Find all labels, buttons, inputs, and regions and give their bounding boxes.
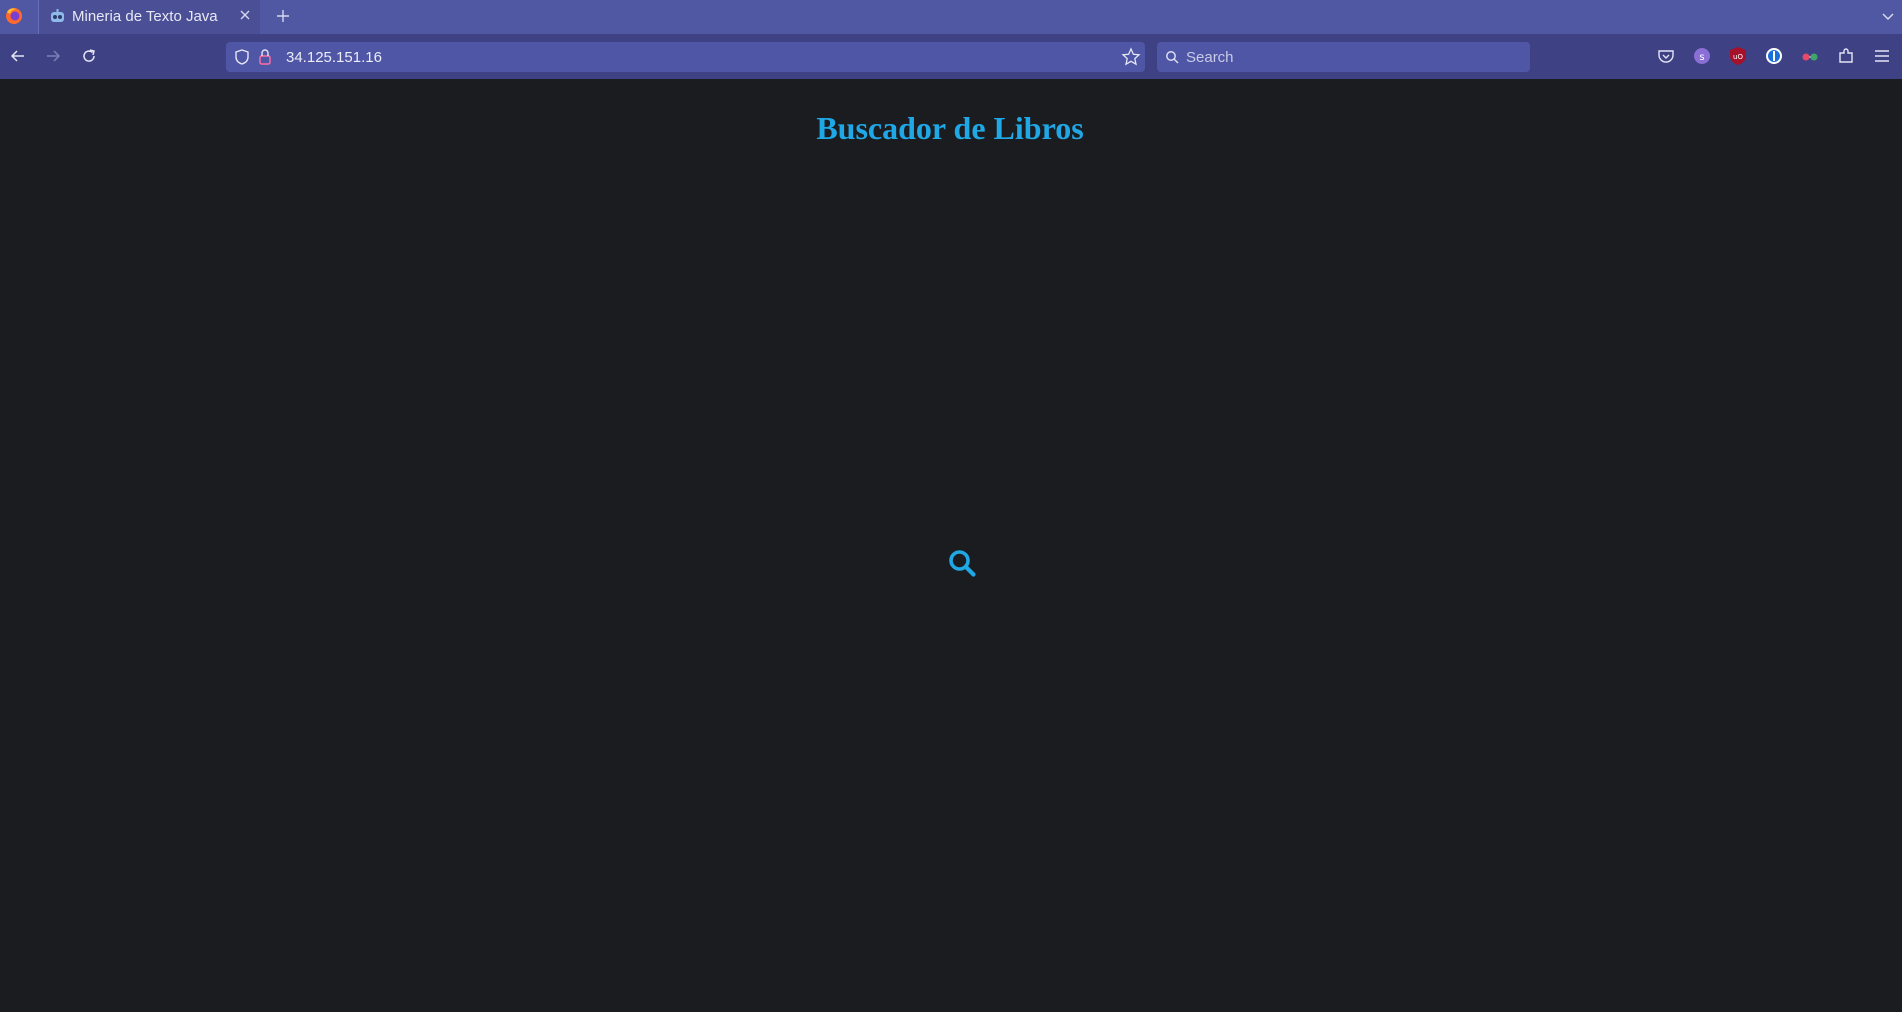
hamburger-menu-icon[interactable] xyxy=(1872,46,1892,66)
pocket-icon[interactable] xyxy=(1656,46,1676,66)
search-icon[interactable] xyxy=(947,548,977,578)
ublock-origin-icon[interactable]: uO xyxy=(1728,46,1748,66)
search-icon xyxy=(1166,51,1179,64)
tab-active[interactable]: Mineria de Texto Java xyxy=(38,0,260,34)
page-content: Buscador de Libros xyxy=(0,79,1902,1012)
url-text[interactable]: 34.125.151.16 xyxy=(286,49,382,66)
bookmark-star-icon[interactable] xyxy=(1121,47,1141,67)
insecure-lock-icon[interactable] xyxy=(257,48,273,66)
firefox-logo-icon xyxy=(6,8,22,24)
navigation-toolbar: 34.125.151.16 Search s uO xyxy=(0,34,1902,79)
back-arrow-icon[interactable] xyxy=(8,46,28,66)
search-placeholder[interactable]: Search xyxy=(1186,49,1234,66)
robot-favicon-icon xyxy=(51,9,64,22)
svg-text:s: s xyxy=(1699,52,1704,63)
chevron-down-icon[interactable] xyxy=(1880,8,1896,24)
password-manager-icon[interactable] xyxy=(1764,46,1784,66)
forward-arrow-icon[interactable] xyxy=(43,46,63,66)
tab-title: Mineria de Texto Java xyxy=(72,8,218,25)
tracking-shield-icon[interactable] xyxy=(233,48,251,66)
new-tab-plus-icon[interactable] xyxy=(274,7,292,25)
browser-search-field[interactable]: Search xyxy=(1157,42,1530,72)
page-title: Buscador de Libros xyxy=(816,110,1084,146)
svg-text:uO: uO xyxy=(1733,53,1743,61)
extensions-puzzle-icon[interactable] xyxy=(1836,46,1856,66)
extension-s-icon[interactable]: s xyxy=(1692,46,1712,66)
close-icon[interactable] xyxy=(238,8,252,22)
incognito-glasses-icon[interactable] xyxy=(1800,46,1820,66)
tab-bar: Mineria de Texto Java xyxy=(0,0,1902,34)
url-bar[interactable]: 34.125.151.16 xyxy=(226,42,1145,72)
reload-icon[interactable] xyxy=(79,46,99,66)
